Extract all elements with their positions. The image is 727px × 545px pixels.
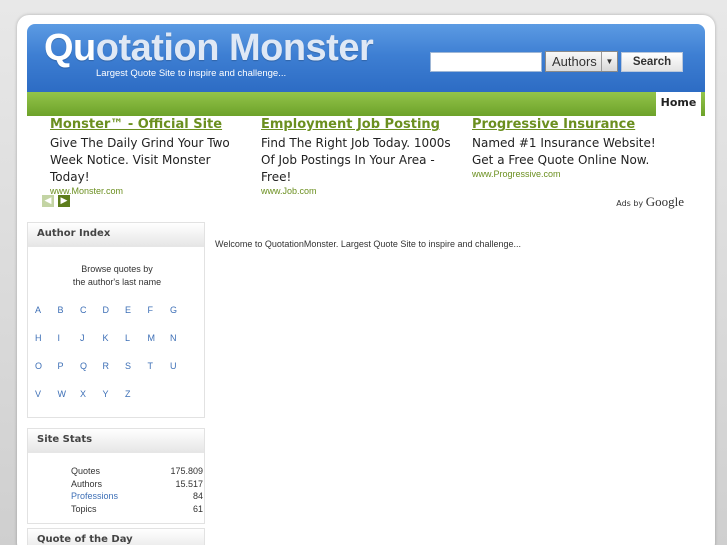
author-letter-link[interactable]: J (80, 333, 103, 344)
search-button[interactable]: Search (621, 52, 683, 72)
stats-table: Quotes 175.809 Authors 15.517 Profession… (71, 466, 203, 516)
ad-item[interactable]: Employment Job Posting Find The Right Jo… (261, 117, 461, 196)
quote-of-day-box: Quote of the Day (27, 528, 205, 545)
logo-text-part1: Qu (44, 27, 96, 69)
browse-line-1: Browse quotes by (81, 264, 153, 274)
search-input[interactable] (430, 52, 542, 72)
ad-url[interactable]: www.Progressive.com (472, 169, 672, 179)
author-letter-link[interactable]: X (80, 389, 103, 400)
author-letter-link[interactable]: E (125, 305, 148, 316)
chevron-down-icon[interactable]: ▼ (601, 52, 617, 71)
author-letter-link[interactable]: G (170, 305, 193, 316)
stat-label: Quotes (71, 466, 101, 476)
ad-item[interactable]: Progressive Insurance Named #1 Insurance… (472, 117, 672, 179)
author-letter-link[interactable]: D (103, 305, 126, 316)
browse-text: Browse quotes by the author's last name (28, 263, 206, 289)
stat-row: Professions 84 (71, 491, 203, 504)
author-index-title: Author Index (28, 223, 204, 247)
ad-block: Monster™ - Official Site Give The Daily … (34, 117, 684, 212)
stat-value: 61 (192, 503, 203, 514)
ad-next-icon[interactable]: ▶ (58, 195, 70, 207)
author-letter-link[interactable]: I (58, 333, 81, 344)
author-letter-link[interactable]: L (125, 333, 148, 344)
author-index-box: Author Index Browse quotes by the author… (27, 222, 205, 418)
browse-line-2: the author's last name (72, 277, 162, 287)
nav-bar: Home (27, 92, 705, 116)
author-letter-link[interactable]: N (170, 333, 193, 344)
author-letter-link[interactable]: H (35, 333, 58, 344)
welcome-text: Welcome to QuotationMonster. Largest Quo… (215, 239, 522, 249)
stat-label: Authors (71, 478, 103, 489)
professions-link[interactable]: Professions (71, 491, 141, 504)
author-letter-link[interactable]: A (35, 305, 58, 316)
ad-item[interactable]: Monster™ - Official Site Give The Daily … (50, 117, 250, 196)
author-letter-link[interactable]: W (58, 389, 81, 400)
ad-prev-icon[interactable]: ◀ (42, 195, 54, 207)
site-stats-box: Site Stats Quotes 175.809 Authors 15.517… (27, 428, 205, 524)
letter-grid: ABCDEFG HIJKLMN OPQRSTU VWXYZ (35, 305, 203, 400)
stat-row: Authors 15.517 (71, 479, 203, 492)
stat-row: Quotes 175.809 (71, 466, 203, 479)
stat-value: 84 (192, 491, 203, 501)
ads-by-label: Ads by (616, 199, 644, 208)
author-letter-link[interactable]: F (148, 305, 171, 316)
ad-url[interactable]: www.Job.com (261, 186, 461, 196)
author-letter-link[interactable]: C (80, 305, 103, 316)
site-tagline: Largest Quote Site to inspire and challe… (96, 68, 287, 79)
author-letter-link[interactable]: M (148, 333, 171, 344)
author-letter-link[interactable]: K (103, 333, 126, 344)
author-letter-link[interactable]: U (170, 361, 193, 372)
ads-by-google[interactable]: Ads by Google (616, 194, 684, 210)
search-type-value: Authors (552, 54, 597, 69)
ad-title[interactable]: Monster™ - Official Site (50, 117, 250, 132)
ad-text: Find The Right Job Today. 1000s Of Job P… (261, 136, 451, 184)
search-type-select[interactable]: Authors ▼ (545, 51, 618, 72)
author-letter-link[interactable]: Y (103, 389, 126, 400)
ad-url[interactable]: www.Monster.com (50, 186, 250, 196)
site-logo[interactable]: Quotation Monster (44, 27, 374, 70)
google-logo: Google (645, 194, 684, 209)
stat-value: 175.809 (170, 466, 203, 476)
author-letter-link[interactable]: O (35, 361, 58, 372)
site-stats-title: Site Stats (28, 429, 204, 453)
author-letter-link[interactable]: R (103, 361, 126, 372)
quote-of-day-title: Quote of the Day (28, 529, 204, 545)
ad-text: Named #1 Insurance Website! Get a Free Q… (472, 136, 656, 167)
author-letter-link[interactable]: T (148, 361, 171, 372)
author-letter-link[interactable]: P (58, 361, 81, 372)
stat-row: Topics 61 (71, 504, 203, 517)
author-letter-link[interactable]: B (58, 305, 81, 316)
stat-value: 15.517 (175, 478, 203, 489)
author-letter-link[interactable]: S (125, 361, 148, 372)
logo-text-part2: otation Monster (95, 27, 374, 69)
ad-title[interactable]: Progressive Insurance (472, 117, 672, 132)
author-letter-link[interactable]: Q (80, 361, 103, 372)
ad-title[interactable]: Employment Job Posting (261, 117, 461, 132)
stat-label: Topics (71, 503, 97, 514)
ad-text: Give The Daily Grind Your Two Week Notic… (50, 136, 230, 184)
site-header: Quotation Monster Largest Quote Site to … (27, 24, 705, 92)
tab-home[interactable]: Home (656, 92, 701, 116)
author-letter-link[interactable]: Z (125, 389, 148, 400)
author-letter-link[interactable]: V (35, 389, 58, 400)
